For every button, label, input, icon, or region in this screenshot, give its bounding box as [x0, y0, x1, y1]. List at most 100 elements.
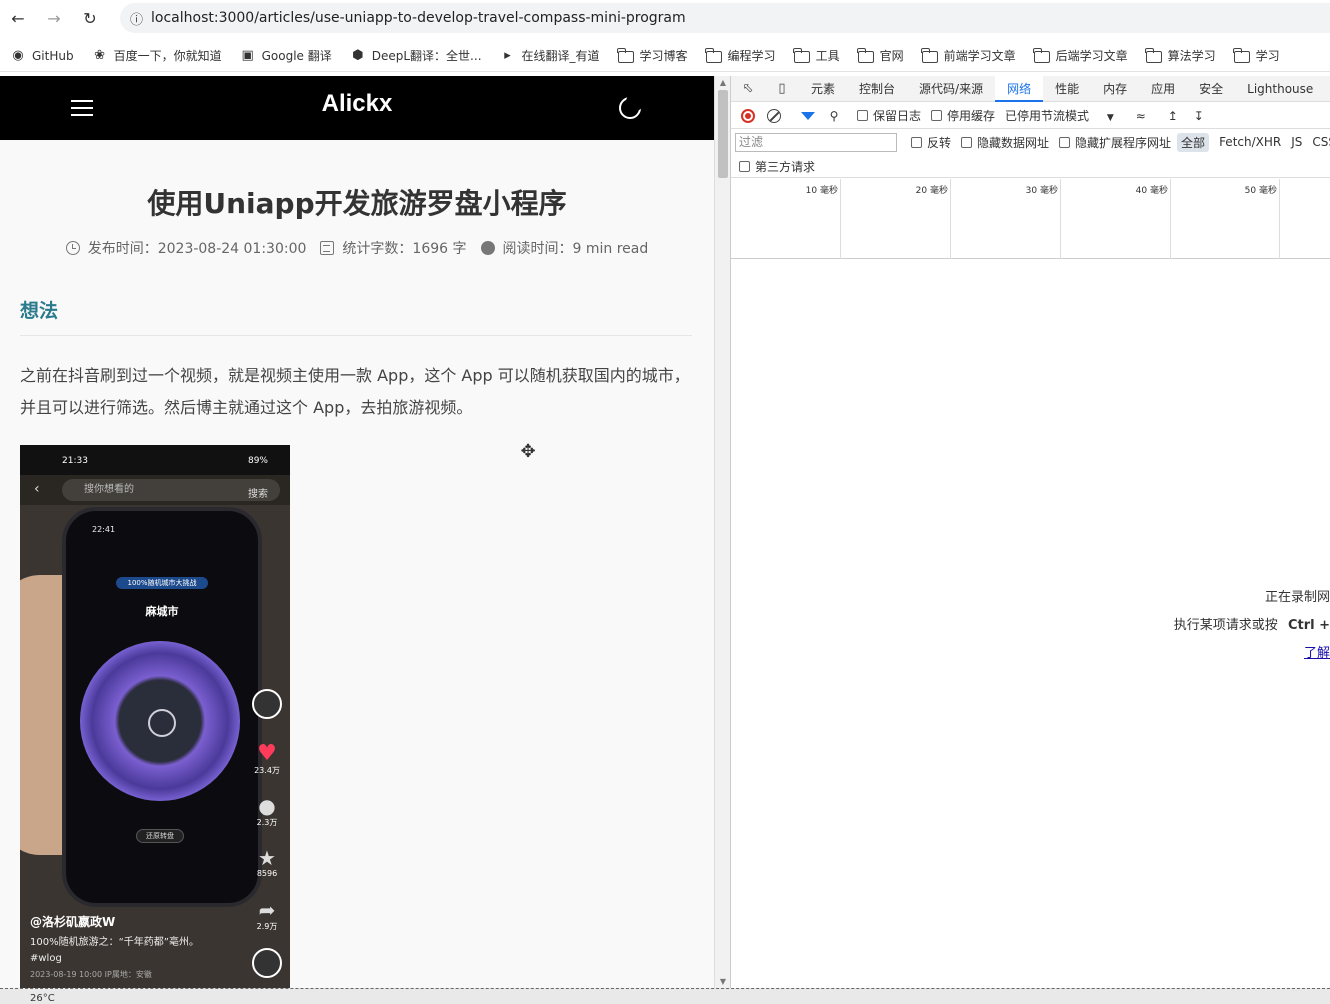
bookmark-item[interactable]: ▣ Google 翻译 [240, 47, 331, 64]
disable-cache-label: 停用缓存 [947, 109, 996, 123]
type-filter-js[interactable]: JS [1291, 135, 1302, 149]
filter-funnel-icon[interactable] [795, 111, 821, 120]
stopwatch-icon [480, 241, 495, 255]
folder-icon [704, 47, 722, 64]
type-filter-all[interactable]: 全部 [1177, 132, 1210, 152]
hide-data-urls-label: 隐藏数据网址 [977, 135, 1050, 150]
dark-mode-moon-icon[interactable] [619, 93, 644, 119]
image-description-text: 100%随机旅游之：“千年药都”亳州。 [30, 937, 199, 948]
devtools-tab[interactable]: 源代码/来源 [907, 76, 995, 102]
taskbar-strip: 26°C [0, 988, 1330, 1004]
search-icon[interactable]: ⚲ [821, 109, 847, 123]
url-input[interactable]: ⓘ localhost:3000/articles/use-uniapp-to-… [120, 3, 1330, 33]
image-status-time: 21:33 [62, 456, 88, 466]
heart-icon: ♥ [257, 741, 277, 766]
bookmark-item[interactable]: ⬢ DeepL翻译：全世... [350, 47, 482, 64]
bookmark-item[interactable]: 编程学习 [704, 47, 776, 64]
devtools-tabs: ⬁ ▯ 元素 控制台 源代码/来源 网络 性能 内存 应用 安全 Lighthouse [731, 76, 1330, 102]
devtools-tab[interactable]: 控制台 [847, 76, 907, 102]
bookmark-item[interactable]: ◉ GitHub [10, 48, 74, 64]
download-icon[interactable]: ↧ [1186, 109, 1212, 123]
inspect-element-icon[interactable]: ⬁ [731, 76, 765, 102]
image-author: @洛杉矶嬴政W [30, 915, 116, 929]
bookmark-item[interactable]: 学习 [1233, 47, 1280, 64]
type-filter-css[interactable]: CSS [1312, 135, 1330, 149]
clear-icon[interactable] [761, 108, 787, 123]
page-scrollbar[interactable]: ▲ ▼ [714, 76, 730, 988]
scrollbar-thumb[interactable] [718, 90, 728, 178]
bookmark-item[interactable]: 算法学习 [1145, 47, 1216, 64]
network-timeline: 10 毫秒 20 毫秒 30 毫秒 40 毫秒 50 毫秒 [731, 179, 1330, 259]
image-side-share: ➦ 2.9万 [252, 899, 282, 932]
bookmark-item[interactable]: 前端学习文章 [920, 47, 1016, 64]
image-device-time: 22:41 [92, 525, 116, 534]
bookmarks-bar: ◉ GitHub ❀ 百度一下，你就知道 ▣ Google 翻译 ⬢ DeepL翻译：全世..… [0, 40, 1330, 72]
devtools-tab[interactable]: 性能 [1043, 76, 1091, 102]
invert-label: 反转 [927, 135, 952, 150]
type-filter-fetch[interactable]: Fetch/XHR [1219, 135, 1281, 149]
bookmark-label: GitHub [32, 48, 74, 63]
image-date: 2023-08-19 10:00 IP属地：安徽 [30, 970, 152, 979]
disable-cache-checkbox[interactable]: 停用缓存 [931, 107, 995, 124]
meta-wordcount-text: 统计字数：1696 字 [342, 241, 467, 257]
upload-icon[interactable]: ↥ [1160, 109, 1186, 123]
site-info-icon[interactable]: ⓘ [130, 9, 143, 28]
devtools-tab[interactable]: 网络 [995, 76, 1044, 102]
bookmark-item[interactable]: ▸ 在线翻译_有道 [500, 47, 600, 64]
google-translate-icon: ▣ [241, 47, 254, 63]
forward-arrow-icon[interactable]: → [36, 0, 72, 36]
weather-text: 26°C [30, 993, 55, 1004]
device-toolbar-icon[interactable]: ▯ [765, 76, 799, 102]
network-conditions-wifi-icon[interactable]: ≈ [1128, 109, 1154, 123]
invert-checkbox[interactable]: 反转 [911, 134, 951, 151]
article-meta: 发布时间：2023-08-24 01:30:00 统计字数：1696 字 阅读时… [0, 238, 714, 258]
timeline-label: 30 毫秒 [1025, 186, 1058, 196]
devtools-tab[interactable]: 元素 [799, 76, 847, 102]
hide-extension-urls-checkbox[interactable]: 隐藏扩展程序网址 [1059, 134, 1171, 151]
bookmark-item[interactable]: 学习博客 [616, 47, 688, 64]
folder-icon [1033, 47, 1050, 64]
image-search-button: 搜索 [248, 489, 268, 500]
site-brand[interactable]: Alickx [0, 90, 714, 118]
image-favorites: 8596 [256, 869, 278, 878]
bookmark-label: 在线翻译_有道 [521, 49, 600, 63]
devtools-tab[interactable]: 安全 [1187, 76, 1235, 102]
bookmark-item[interactable]: ❀ 百度一下，你就知道 [92, 47, 222, 64]
divider [20, 335, 692, 336]
network-toolbar: ⚲ 保留日志 停用缓存 已停用节流模式 ▼ ≈ ↥ ↧ [731, 103, 1330, 129]
article-title: 使用Uniapp开发旅游罗盘小程序 [147, 187, 567, 220]
devtools-tab[interactable]: 应用 [1139, 76, 1187, 102]
image-back-icon: ‹ [34, 481, 40, 497]
throttling-select[interactable]: 已停用节流模式 ▼ [1005, 107, 1114, 124]
scroll-down-arrow-icon[interactable]: ▼ [715, 977, 731, 986]
bookmark-item[interactable]: 工具 [792, 47, 840, 64]
image-battery: 89% [247, 456, 268, 466]
timeline-col: 50 毫秒 [1171, 179, 1280, 259]
site-header: Alickx [0, 76, 714, 140]
star-icon: ★ [258, 846, 276, 870]
hide-data-urls-checkbox[interactable]: 隐藏数据网址 [961, 134, 1049, 151]
scroll-up-arrow-icon[interactable]: ▲ [715, 78, 731, 87]
bookmark-item[interactable]: 官网 [856, 47, 904, 64]
record-icon[interactable] [735, 108, 761, 123]
filter-input[interactable]: 过滤 [735, 132, 897, 152]
third-party-checkbox[interactable]: 第三方请求 [739, 158, 815, 175]
bookmark-label: DeepL翻译：全世... [371, 49, 482, 63]
devtools-tab[interactable]: Lighthouse [1235, 76, 1325, 102]
empty-state-line1: 正在录制网 [1264, 590, 1330, 605]
image-city: 麻城市 [145, 605, 179, 618]
empty-state-prefix: 执行某项请求或按 [1173, 618, 1278, 633]
bookmark-item[interactable]: 后端学习文章 [1033, 47, 1128, 64]
clock-icon [65, 241, 80, 255]
empty-state-shortcut: Ctrl + [1287, 618, 1330, 633]
preserve-log-checkbox[interactable]: 保留日志 [857, 107, 921, 124]
bookmark-label: 工具 [815, 49, 840, 63]
back-arrow-icon[interactable]: ← [0, 0, 36, 36]
devtools-tab[interactable]: 内存 [1091, 76, 1139, 102]
timeline-label: 40 毫秒 [1135, 186, 1168, 196]
reload-icon[interactable]: ↻ [72, 0, 108, 36]
image-side-avatar-bottom [252, 948, 282, 978]
learn-more-link[interactable]: 了解 [1304, 642, 1330, 661]
share-arrow-icon: ➦ [258, 898, 276, 922]
bookmark-label: 百度一下，你就知道 [113, 49, 222, 63]
